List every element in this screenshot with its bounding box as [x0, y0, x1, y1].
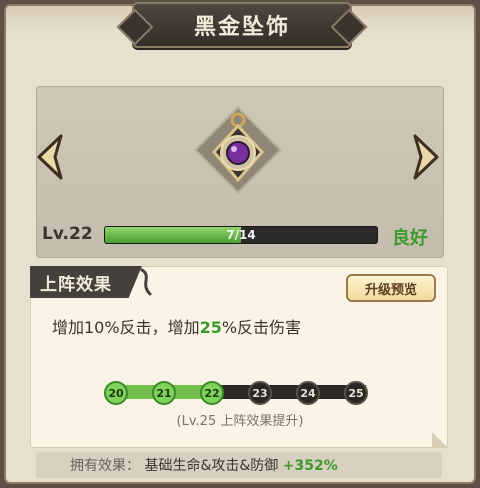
effect-highlight: 25 — [199, 318, 222, 337]
level-node-23: 23 — [248, 381, 272, 405]
item-title: 黑金坠饰 — [193, 15, 290, 40]
level-node-21: 21 — [152, 381, 176, 405]
level-node-20: 20 — [104, 381, 128, 405]
effect-suffix: %反击伤害 — [221, 318, 302, 337]
level-hint: (Lv.25 上阵效果提升) — [176, 414, 304, 429]
owned-effect-label: 拥有效果： — [70, 458, 140, 474]
owned-effect-text: 基础生命&攻击&防御 — [144, 458, 279, 474]
deploy-effect-tab: 上阵效果 — [30, 266, 142, 298]
previous-item-arrow-icon[interactable] — [30, 132, 66, 182]
upgrade-preview-button[interactable]: 升级预览 — [346, 274, 436, 302]
effect-prefix: 增加10%反击，增加 — [52, 318, 200, 337]
pendant-icon — [186, 98, 290, 202]
progress-bar: 7/14 — [104, 226, 378, 244]
level-node-22: 22 — [200, 381, 224, 405]
status-label: 良好 — [392, 228, 428, 249]
next-item-arrow-icon[interactable] — [410, 132, 446, 182]
deploy-effect-description: 增加10%反击，增加25%反击伤害 — [52, 314, 301, 338]
item-level: Lv.22 — [42, 224, 93, 244]
owned-effect: 拥有效果： 基础生命&攻击&防御 +352% — [70, 455, 338, 475]
title-banner: 黑金坠饰 — [132, 2, 352, 48]
deploy-effect-title: 上阵效果 — [40, 274, 112, 295]
level-node-25: 25 — [344, 381, 368, 405]
flourish-icon — [140, 268, 152, 296]
owned-effect-value: +352% — [282, 458, 338, 474]
progress-text: 7/14 — [226, 228, 256, 242]
level-node-24: 24 — [296, 381, 320, 405]
